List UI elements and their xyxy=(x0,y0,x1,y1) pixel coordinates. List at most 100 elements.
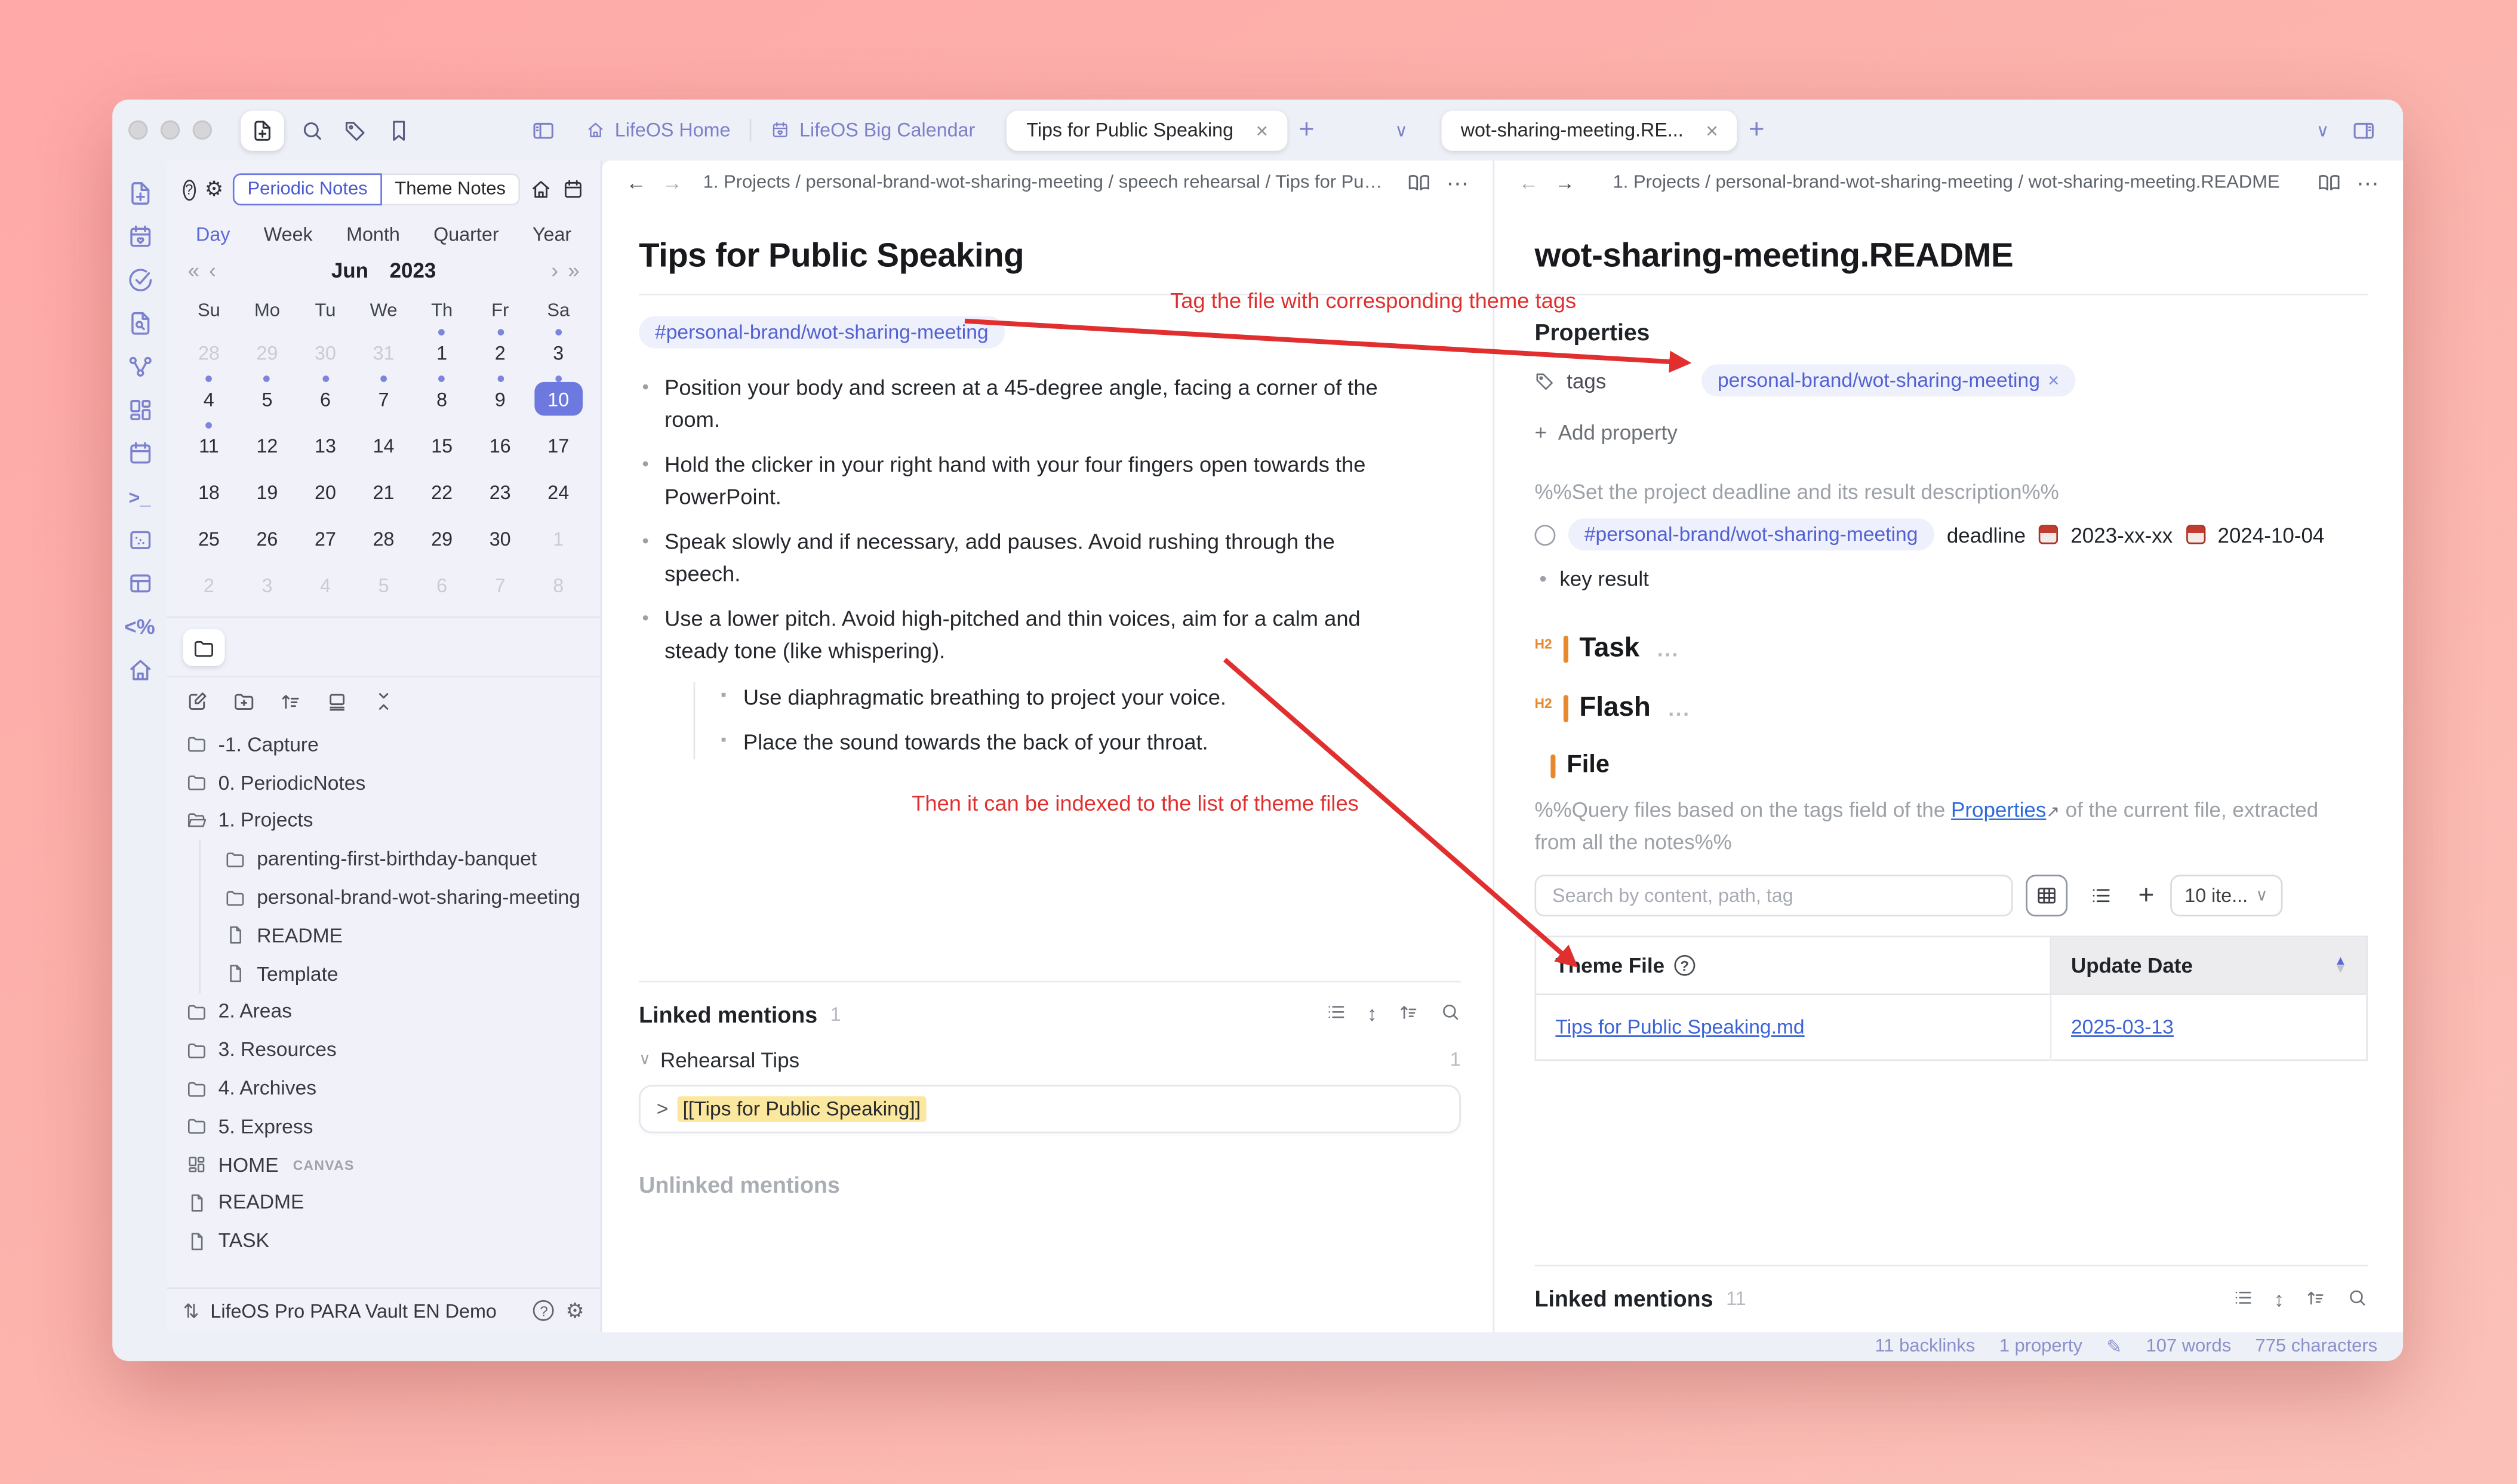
tree-item-folder[interactable]: personal-brand-wot-sharing-meeting xyxy=(219,878,591,916)
calendar-day[interactable]: 5 xyxy=(355,557,413,604)
property-key[interactable]: tags xyxy=(1534,368,1701,392)
property-count[interactable]: 1 property xyxy=(1999,1337,2082,1356)
calendar-day[interactable]: 14 xyxy=(355,417,413,464)
tab-list-chevron-icon[interactable]: ∨ xyxy=(2305,119,2340,140)
more-options-icon[interactable]: ⋯ xyxy=(1438,170,1477,197)
table-view-button[interactable] xyxy=(2026,875,2067,916)
calendar-icon[interactable] xyxy=(126,440,153,467)
help-icon[interactable]: ? xyxy=(1674,955,1695,976)
reading-view-icon[interactable] xyxy=(2310,172,2349,195)
view-month[interactable]: Month xyxy=(346,223,400,246)
toggle-left-sidebar-icon[interactable] xyxy=(520,118,567,142)
collapse-all-icon[interactable] xyxy=(373,690,395,713)
calendar-day[interactable]: 17 xyxy=(529,417,587,464)
calendar-day[interactable]: 19 xyxy=(238,464,297,510)
calendar-day[interactable]: 16 xyxy=(471,417,530,464)
tree-item-file[interactable]: README xyxy=(219,916,591,955)
update-date-link[interactable]: 2025-03-13 xyxy=(2071,1016,2174,1039)
prev-year-icon[interactable]: « xyxy=(183,258,205,282)
tree-item-folder[interactable]: 5. Express xyxy=(180,1107,590,1146)
canvas-card-icon[interactable] xyxy=(126,527,153,554)
view-year[interactable]: Year xyxy=(533,223,571,246)
breadcrumb[interactable]: 1. Projects / personal-brand-wot-sharing… xyxy=(690,173,1399,192)
mention-link[interactable]: [[Tips for Public Speaking]] xyxy=(678,1095,926,1121)
view-quarter[interactable]: Quarter xyxy=(433,223,499,246)
expand-results-icon[interactable]: ↕ xyxy=(1367,1002,1377,1026)
forward-icon[interactable]: → xyxy=(1547,172,1583,195)
calendar-day[interactable]: 4 xyxy=(180,371,238,417)
prev-month-icon[interactable]: ‹ xyxy=(204,258,221,282)
vault-switcher[interactable]: ⇅ LifeOS Pro PARA Vault EN Demo ? ⚙ xyxy=(167,1287,601,1332)
more-options-icon[interactable]: ⋯ xyxy=(2349,170,2387,197)
tree-item-file[interactable]: TASK xyxy=(180,1222,590,1260)
calendar-day[interactable]: 21 xyxy=(355,464,413,510)
sort-icon[interactable] xyxy=(2305,1286,2326,1310)
column-header-update-date[interactable]: Update Date▲▼ xyxy=(2051,937,2367,995)
new-tab-icon[interactable]: + xyxy=(1737,114,1776,146)
backlinks-count[interactable]: 11 backlinks xyxy=(1875,1337,1975,1356)
tag-pill[interactable]: #personal-brand/wot-sharing-meeting xyxy=(1568,518,1934,550)
file-search-icon[interactable] xyxy=(126,310,153,337)
calendar-day[interactable]: 26 xyxy=(238,510,297,557)
card-chevron-icon[interactable]: > xyxy=(657,1097,669,1120)
folder-tab-button[interactable] xyxy=(183,629,225,666)
search-icon[interactable] xyxy=(2347,1286,2368,1310)
list-view-icon[interactable] xyxy=(2232,1286,2253,1310)
add-property-button[interactable]: +Add property xyxy=(1534,420,2367,444)
edit-mode-pencil-icon[interactable]: ✎ xyxy=(2106,1335,2122,1358)
graph-icon[interactable] xyxy=(126,353,153,381)
tree-item-file[interactable]: Template xyxy=(219,955,591,993)
tags-button[interactable] xyxy=(343,118,367,142)
next-year-icon[interactable]: » xyxy=(563,258,584,282)
calendar-day[interactable]: 7 xyxy=(355,371,413,417)
tab-tips-for-public-speaking[interactable]: Tips for Public Speaking× xyxy=(1007,110,1287,150)
search-icon[interactable] xyxy=(1440,1002,1461,1026)
calendar-day[interactable]: 1 xyxy=(413,324,471,371)
calendar-day[interactable]: 15 xyxy=(413,417,471,464)
calendar-day[interactable]: 24 xyxy=(529,464,587,510)
tree-item-folder[interactable]: parenting-first-birthday-banquet xyxy=(219,840,591,878)
new-note-icon[interactable] xyxy=(186,690,209,713)
calendar-day[interactable]: 18 xyxy=(180,464,238,510)
calendar-day[interactable]: 13 xyxy=(296,417,355,464)
search-input[interactable] xyxy=(1534,875,2013,916)
column-header-theme-file[interactable]: Theme File? xyxy=(1536,937,2051,995)
calendar-day[interactable]: 2 xyxy=(180,557,238,604)
tag-pill[interactable]: personal-brand/wot-sharing-meeting× xyxy=(1701,364,2075,396)
tree-item-folder[interactable]: 2. Areas xyxy=(180,993,590,1031)
tree-item-folder[interactable]: 3. Resources xyxy=(180,1031,590,1069)
collapsed-ellipsis[interactable]: ... xyxy=(1668,696,1690,720)
traffic-lights[interactable] xyxy=(128,121,212,140)
calendar-day[interactable]: 20 xyxy=(296,464,355,510)
bookmark-button[interactable] xyxy=(387,118,411,142)
calendar-day[interactable]: 29 xyxy=(413,510,471,557)
tree-item-file[interactable]: README xyxy=(180,1184,590,1222)
tree-item-folder[interactable]: 0. PeriodicNotes xyxy=(180,763,590,802)
calendar-day[interactable]: 1 xyxy=(529,510,587,557)
calendar-day[interactable]: 30 xyxy=(471,510,530,557)
calendar-day[interactable]: 4 xyxy=(296,557,355,604)
tag-pill[interactable]: #personal-brand/wot-sharing-meeting xyxy=(639,316,1004,349)
close-tab-icon[interactable]: × xyxy=(1256,118,1268,142)
tab-lifeos-home[interactable]: LifeOS Home xyxy=(567,110,750,150)
collapsed-ellipsis[interactable]: ... xyxy=(1657,636,1679,660)
forward-icon[interactable]: → xyxy=(654,172,690,195)
tree-item-canvas[interactable]: HOMECANVAS xyxy=(180,1146,590,1184)
mention-card[interactable]: > [[Tips for Public Speaking]] xyxy=(639,1085,1461,1133)
calendar-day[interactable]: 8 xyxy=(413,371,471,417)
calendar-day-selected[interactable]: 10 xyxy=(529,371,587,417)
calendar-day[interactable]: 6 xyxy=(413,557,471,604)
calendar-day[interactable]: 8 xyxy=(529,557,587,604)
calendar-day[interactable]: 9 xyxy=(471,371,530,417)
back-icon[interactable]: ← xyxy=(618,172,654,195)
calendar-day[interactable]: 29 xyxy=(238,324,297,371)
tab-wot-sharing-meeting-readme[interactable]: wot-sharing-meeting.RE...× xyxy=(1441,110,1737,150)
new-file-icon[interactable] xyxy=(126,180,153,207)
calendar-day[interactable]: 22 xyxy=(413,464,471,510)
theme-file-link[interactable]: Tips for Public Speaking.md xyxy=(1555,1016,1804,1039)
next-month-icon[interactable]: › xyxy=(546,258,563,282)
gear-icon[interactable]: ⚙ xyxy=(205,177,223,202)
sort-icon[interactable] xyxy=(279,690,302,713)
tab-theme-notes[interactable]: Theme Notes xyxy=(382,173,520,205)
calendar-day[interactable]: 28 xyxy=(355,510,413,557)
